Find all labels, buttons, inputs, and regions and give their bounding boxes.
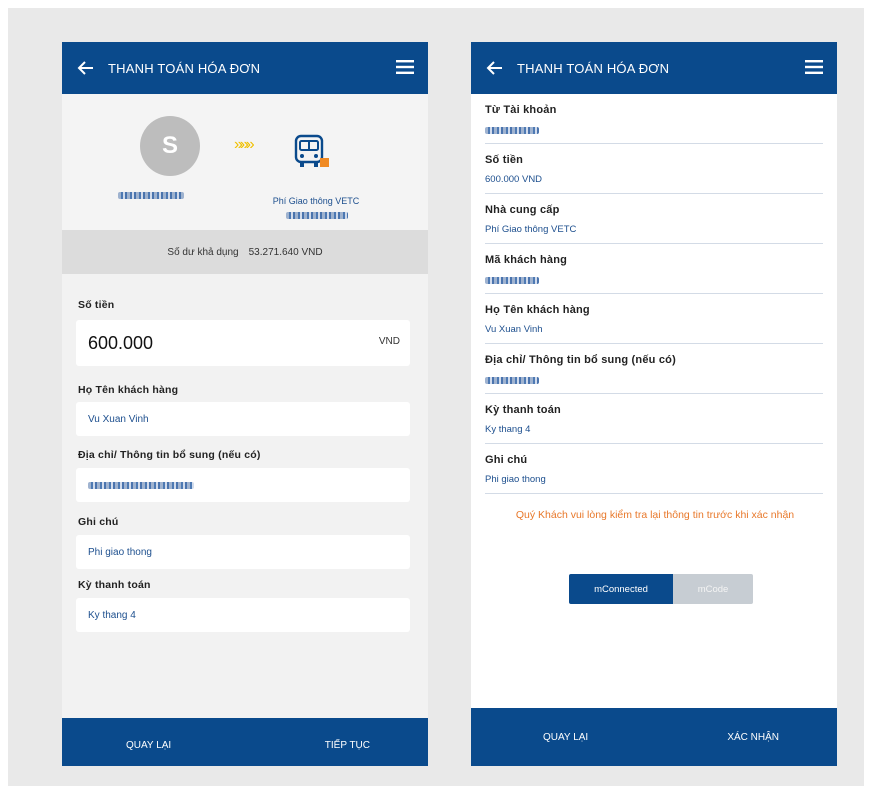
list-item-address: Địa chỉ/ Thông tin bổ sung (nếu có) — [485, 344, 823, 394]
list-item-customer-name: Họ Tên khách hàng Vu Xuan Vinh — [485, 294, 823, 344]
amount-value: 600.000 — [88, 332, 154, 353]
continue-button[interactable]: TIẾP TỤC — [325, 740, 370, 751]
confirm-button[interactable]: XÁC NHẬN — [727, 732, 779, 743]
item-label: Từ Tài khoản — [485, 104, 557, 116]
back-arrow-icon[interactable] — [76, 58, 96, 78]
balance-label: Số dư khả dụng — [167, 246, 239, 258]
page-title: THANH TOÁN HÓA ĐƠN — [108, 60, 261, 76]
address-value-redacted — [88, 481, 194, 489]
canvas: THANH TOÁN HÓA ĐƠN S »»» Phí Giao thông … — [8, 8, 864, 786]
item-label: Ghi chú — [485, 454, 528, 466]
amount-input[interactable]: 600.000 VND — [76, 320, 410, 366]
auth-mconnected-option[interactable]: mConnected — [569, 574, 673, 604]
note-value: Phi giao thong — [88, 546, 152, 558]
amount-label: Số tiền — [78, 299, 115, 311]
auth-mcode-option[interactable]: mCode — [673, 574, 753, 604]
item-value-redacted — [485, 127, 539, 134]
customer-code-redacted — [286, 212, 348, 219]
list-item-source-account: Từ Tài khoản — [485, 94, 823, 144]
address-label: Địa chỉ/ Thông tin bổ sung (nếu có) — [78, 449, 261, 461]
item-value: Vu Xuan Vinh — [485, 324, 543, 335]
item-value-redacted — [485, 377, 539, 384]
item-label: Số tiền — [485, 154, 524, 166]
period-label: Kỳ thanh toán — [78, 579, 151, 591]
hamburger-menu-icon[interactable] — [396, 60, 414, 74]
item-label: Kỳ thanh toán — [485, 404, 561, 416]
payment-form: Số tiền 600.000 VND Họ Tên khách hàng Vu… — [62, 274, 428, 730]
available-balance: Số dư khả dụng 53.271.640 VND — [62, 230, 428, 274]
avatar-letter: S — [161, 132, 178, 159]
period-value: Ky thang 4 — [88, 609, 136, 621]
amount-currency: VND — [378, 336, 400, 347]
auth-method-toggle: mConnected mCode — [569, 574, 753, 604]
customer-name-label: Họ Tên khách hàng — [78, 384, 179, 396]
list-item-provider: Nhà cung cấp Phí Giao thông VETC — [485, 194, 823, 244]
transfer-header: S »»» Phí Giao thông VETC — [62, 94, 428, 230]
bottom-action-bar: QUAY LẠI XÁC NHẬN — [471, 708, 837, 766]
avatar: S — [140, 116, 200, 176]
item-label: Nhà cung cấp — [485, 204, 560, 216]
period-input[interactable]: Ky thang 4 — [76, 598, 410, 632]
bottom-action-bar: QUAY LẠI TIẾP TỤC — [62, 718, 428, 766]
note-input[interactable]: Phi giao thong — [76, 535, 410, 569]
item-value: Phi giao thong — [485, 474, 546, 485]
back-arrow-icon[interactable] — [485, 58, 505, 78]
list-item-amount: Số tiền 600.000 VND — [485, 144, 823, 194]
item-label: Địa chỉ/ Thông tin bổ sung (nếu có) — [485, 354, 676, 366]
phone-screen-input: THANH TOÁN HÓA ĐƠN S »»» Phí Giao thông … — [62, 42, 428, 766]
provider-name: Phí Giao thông VETC — [272, 196, 360, 206]
page-title: THANH TOÁN HÓA ĐƠN — [517, 60, 670, 76]
item-value: 600.000 VND — [485, 174, 543, 185]
app-bar: THANH TOÁN HÓA ĐƠN — [471, 42, 837, 94]
list-item-note: Ghi chú Phi giao thong — [485, 444, 823, 494]
list-item-period: Kỳ thanh toán Ky thang 4 — [485, 394, 823, 444]
item-value-redacted — [485, 277, 539, 284]
phone-screen-confirm: THANH TOÁN HÓA ĐƠN Từ Tài khoản Số tiền … — [471, 42, 837, 766]
customer-name-value: Vu Xuan Vinh — [88, 413, 149, 425]
note-label: Ghi chú — [78, 516, 119, 528]
arrow-right-icon: »»» — [234, 136, 255, 153]
customer-name-input[interactable]: Vu Xuan Vinh — [76, 402, 410, 436]
back-button[interactable]: QUAY LẠI — [126, 740, 171, 751]
back-button[interactable]: QUAY LẠI — [543, 732, 588, 743]
item-label: Họ Tên khách hàng — [485, 304, 590, 316]
list-item-customer-code: Mã khách hàng — [485, 244, 823, 294]
item-value: Phí Giao thông VETC — [485, 224, 577, 235]
app-bar: THANH TOÁN HÓA ĐƠN — [62, 42, 428, 94]
bus-icon — [294, 134, 329, 167]
verification-warning: Quý Khách vui lòng kiểm tra lại thông ti… — [515, 509, 795, 521]
address-input[interactable] — [76, 468, 410, 502]
item-label: Mã khách hàng — [485, 254, 568, 266]
hamburger-menu-icon[interactable] — [805, 60, 823, 74]
item-value: Ky thang 4 — [485, 424, 531, 435]
balance-value: 53.271.640 VND — [248, 246, 323, 258]
source-account-number-redacted — [118, 192, 184, 199]
